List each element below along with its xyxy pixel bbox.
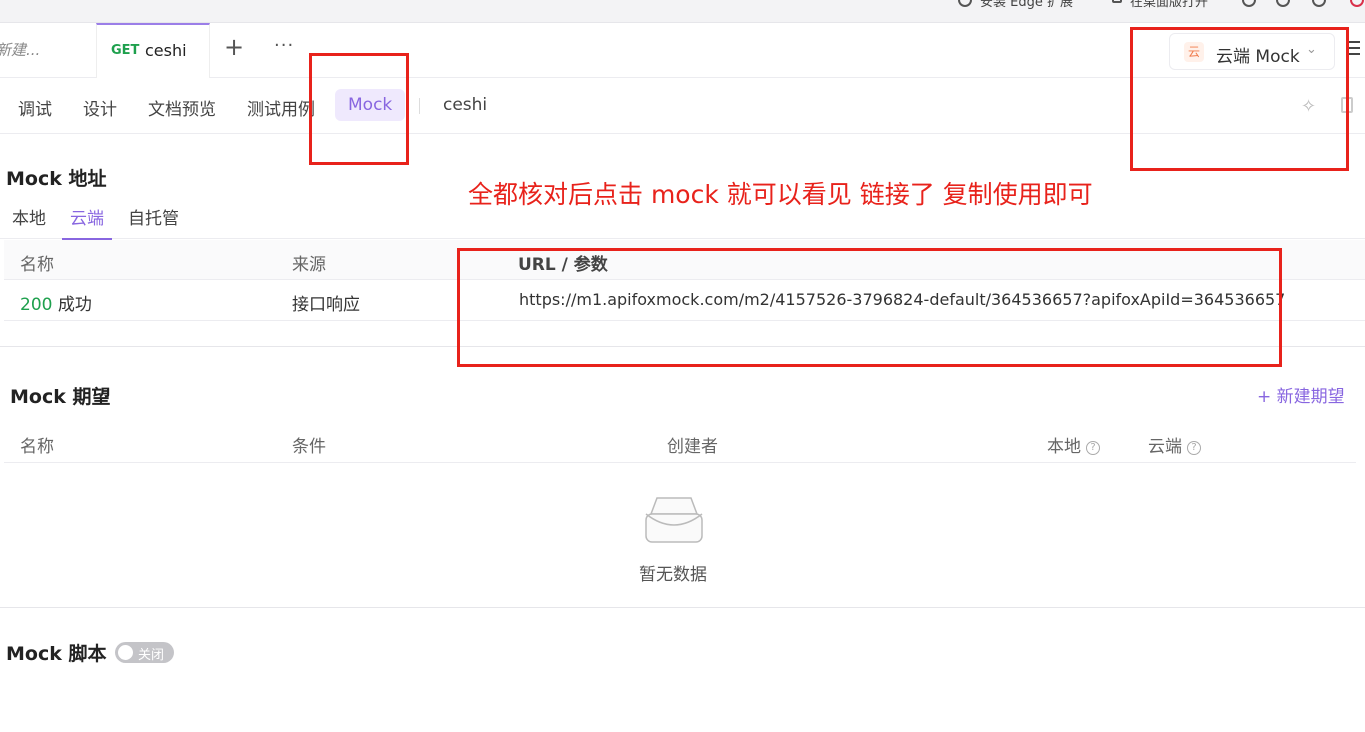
toggle-knob	[118, 645, 133, 660]
browser-strip: 安装 Edge 扩展 在桌面版打开	[0, 0, 1365, 23]
tab-design[interactable]: 设计	[83, 95, 117, 120]
help-icon[interactable]: ?	[1187, 441, 1201, 455]
env-tab-selfhosted[interactable]: 自托管	[128, 204, 179, 229]
tab-test-cases[interactable]: 测试用例	[247, 95, 315, 120]
edge-icon	[958, 0, 972, 7]
col-creator: 创建者	[667, 437, 718, 457]
settings-icon[interactable]	[1276, 0, 1290, 7]
tab-title: ceshi	[145, 41, 187, 60]
tab-debug[interactable]: 调试	[18, 95, 52, 120]
refresh-icon[interactable]	[1242, 0, 1256, 7]
desktop-icon	[1112, 0, 1122, 3]
tab-new[interactable]: 新建...	[0, 39, 40, 60]
empty-state-text: 暂无数据	[639, 565, 707, 585]
more-icon[interactable]: ···	[274, 35, 294, 56]
env-tab-local[interactable]: 本地	[12, 204, 46, 229]
bell-icon[interactable]	[1312, 0, 1326, 7]
new-expectation-button[interactable]: + 新建期望	[1257, 382, 1345, 407]
mock-expectations-title: Mock 期望	[10, 386, 111, 408]
env-tab-cloud[interactable]: 云端	[62, 204, 112, 240]
mock-script-toggle[interactable]: 关闭	[115, 642, 174, 663]
annotation-text: 全都核对后点击 mock 就可以看见 链接了 复制使用即可	[468, 180, 1093, 209]
col-exp-name: 名称	[20, 437, 54, 457]
tab-doc-preview[interactable]: 文档预览	[148, 95, 216, 120]
mock-script-title: Mock 脚本	[6, 643, 107, 665]
mock-address-title: Mock 地址	[6, 168, 107, 190]
response-name: 200 成功	[20, 290, 92, 315]
avatar-icon[interactable]	[1350, 0, 1364, 7]
annotation-box-url	[457, 248, 1282, 367]
empty-inbox-icon	[645, 497, 703, 543]
tab-get-ceshi[interactable]: GET ceshi	[96, 23, 210, 78]
col-name: 名称	[20, 255, 54, 275]
expectations-table-header: 名称 条件 创建者 本地? 云端?	[4, 422, 1356, 463]
annotation-box-environment	[1130, 27, 1349, 171]
add-tab-icon[interactable]: +	[224, 35, 244, 59]
col-source: 来源	[292, 255, 326, 275]
edge-extension-link[interactable]: 安装 Edge 扩展	[980, 0, 1073, 10]
status-code: 200	[20, 295, 53, 315]
section-divider	[0, 607, 1365, 608]
open-desktop-link[interactable]: 在桌面版打开	[1130, 0, 1208, 10]
annotation-box-mock-tab	[309, 53, 409, 165]
response-source: 接口响应	[292, 295, 360, 315]
help-icon[interactable]: ?	[1086, 441, 1100, 455]
status-text: 成功	[57, 295, 92, 315]
col-cloud: 云端?	[1148, 432, 1201, 457]
toggle-label: 关闭	[138, 648, 165, 663]
endpoint-name: ceshi	[443, 95, 488, 115]
method-badge: GET	[111, 43, 140, 58]
divider	[419, 98, 420, 114]
col-local: 本地?	[1047, 432, 1100, 457]
col-condition: 条件	[292, 437, 326, 457]
